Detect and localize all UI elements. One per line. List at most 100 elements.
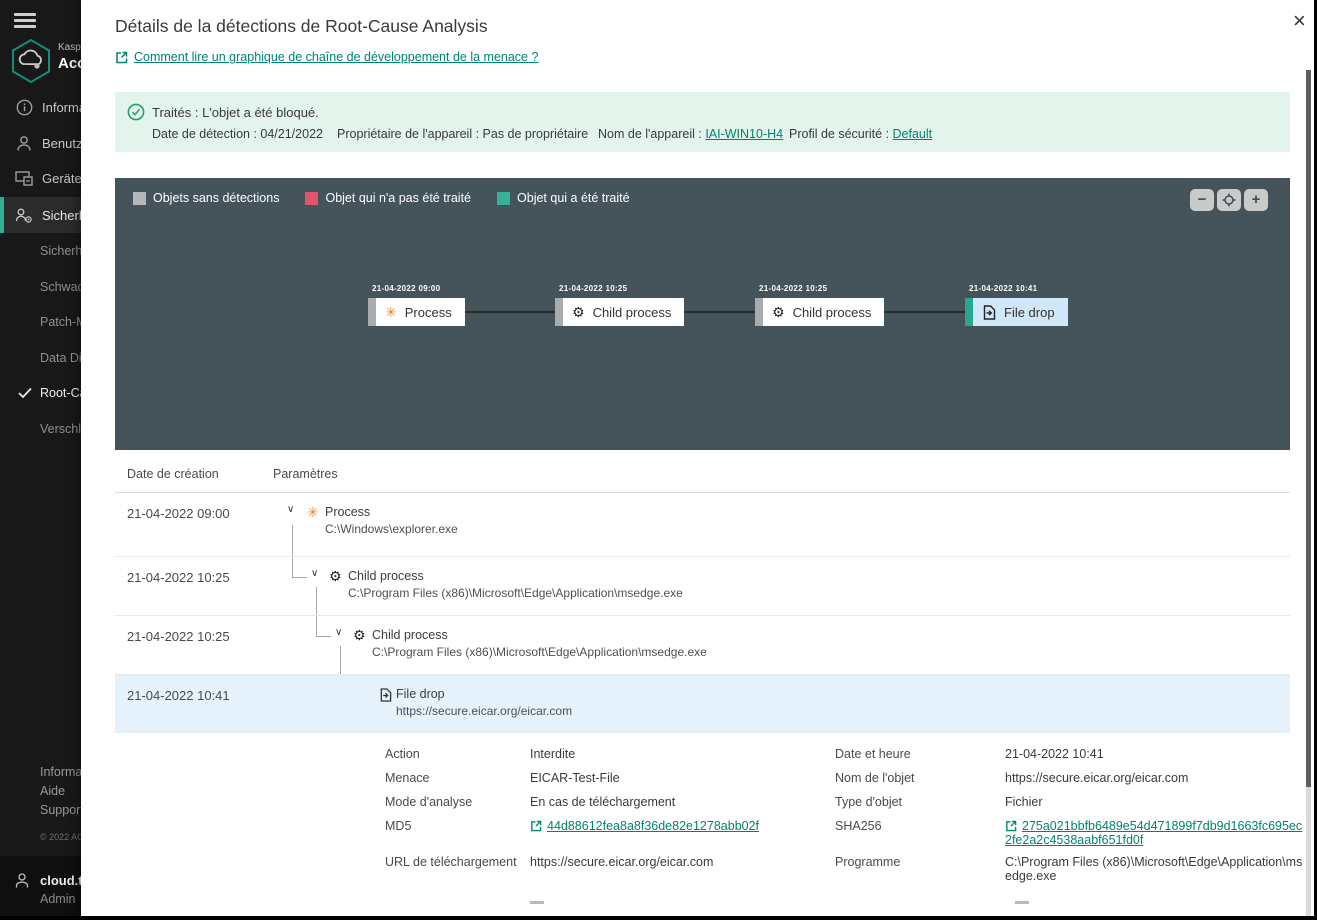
sidebar-item-information[interactable]: Informa (0, 89, 81, 125)
node-timestamp: 21-04-2022 10:25 (559, 284, 627, 293)
chevron-down-icon[interactable]: ∨ (311, 569, 318, 579)
program-value: C:\Program Files (x86)\Microsoft\Edge\Ap… (1005, 855, 1305, 891)
brand-product: Acco (58, 55, 81, 72)
row-path: https://secure.eicar.org/eicar.com (396, 704, 572, 718)
graph-node-child-process-2[interactable]: ⚙ Child process (755, 298, 884, 326)
row-type: Child process (348, 569, 424, 583)
scrollbar-thumb[interactable] (1306, 70, 1311, 787)
account-role: Admin (40, 892, 75, 906)
object-name-value: https://secure.eicar.org/eicar.com (1005, 771, 1305, 795)
sidebar-item-security[interactable]: Sicherhe (0, 197, 81, 233)
table-row-process[interactable]: 21-04-2022 09:00 ∨ ✳ Process C:\Windows\… (115, 493, 1290, 557)
sidebar-item-label: Informa (42, 100, 81, 115)
security-users-gear-icon (14, 207, 34, 224)
security-profile-link[interactable]: Default (893, 127, 933, 141)
root-cause-analysis-screen: { "sidebar": { "brand_top": "Kaspe", "br… (0, 0, 1317, 920)
target-icon (1222, 193, 1236, 207)
legend-no-detections: Objets sans détections (133, 191, 279, 205)
sidebar-item-label: Sicherhe (42, 208, 81, 223)
sha256-label: SHA256 (835, 819, 1005, 855)
legend-gray-swatch (133, 192, 146, 205)
table-rows: 21-04-2022 09:00 ∨ ✳ Process C:\Windows\… (115, 493, 1290, 733)
help-link-label: Comment lire un graphique de chaîne de d… (134, 50, 538, 64)
sidebar-subitem-vulnerabilities[interactable]: Schwac (40, 280, 81, 294)
graph-node-child-process-1[interactable]: ⚙ Child process (555, 298, 684, 326)
download-url-value: https://secure.eicar.org/eicar.com (530, 855, 835, 891)
security-profile-field: Profil de sécurité : Default (789, 127, 932, 141)
status-text: Traités : L'objet a été bloqué. (152, 105, 319, 120)
action-label: Action (385, 747, 530, 771)
sidebar-item-devices[interactable]: Geräte (0, 160, 81, 196)
scan-mode-value: En cas de téléchargement (530, 795, 835, 819)
external-link-icon (115, 51, 128, 64)
account-user-icon (14, 872, 30, 889)
sidebar-subitem-patch-management[interactable]: Patch-M (40, 315, 81, 329)
node-label: File drop (1004, 305, 1055, 320)
modal-title: Détails de la détections de Root-Cause A… (115, 16, 488, 37)
gear-icon: ⚙ (572, 305, 585, 319)
process-burst-icon: ✳ (307, 505, 319, 519)
table-header: Date de création Paramètres (115, 455, 1290, 493)
help-link[interactable]: Comment lire un graphique de chaîne de d… (115, 50, 538, 64)
datetime-value: 21-04-2022 10:41 (1005, 747, 1305, 771)
threat-label: Menace (385, 771, 530, 795)
file-drop-icon (982, 305, 996, 320)
graph-legend: Objets sans détections Objet qui n'a pas… (133, 191, 630, 205)
footer-link-help[interactable]: Aide (40, 784, 81, 798)
sidebar-account-area (0, 856, 81, 920)
column-header-date: Date de création (127, 467, 219, 481)
hamburger-menu-icon[interactable] (14, 13, 36, 29)
zoom-out-button[interactable]: − (1190, 189, 1214, 211)
close-icon[interactable]: × (1293, 10, 1306, 32)
node-status-bar (368, 298, 376, 326)
info-icon (14, 99, 34, 116)
node-label: Child process (793, 305, 872, 320)
graph-node-file-drop[interactable]: File drop (965, 298, 1068, 326)
md5-label: MD5 (385, 819, 530, 855)
sidebar-item-users[interactable]: Benutze (0, 125, 81, 161)
sha256-link[interactable]: 275a021bbfb6489e54d471899f7db9d1663fc695… (1005, 819, 1302, 847)
table-row-file-drop[interactable]: 21-04-2022 10:41 File drop https://secur… (115, 675, 1290, 733)
node-status-bar (755, 298, 763, 326)
graph-zoom-controls: − + (1190, 189, 1268, 211)
graph-node-process[interactable]: ✳ Process (368, 298, 465, 326)
sidebar-subitem-data-discovery[interactable]: Data Dis (40, 351, 81, 365)
sidebar-subitem-security[interactable]: Sicherhe (40, 244, 81, 258)
sidebar-subitem-root-cause[interactable]: Root-Ca (40, 386, 81, 400)
file-drop-icon (379, 688, 392, 707)
zoom-in-button[interactable]: + (1244, 189, 1268, 211)
sidebar-subitem-encryption[interactable]: Verschlü (40, 422, 81, 436)
device-name-field: Nom de l'appareil : IAI-WIN10-H4 (598, 127, 789, 141)
row-date: 21-04-2022 10:41 (127, 688, 230, 703)
md5-link[interactable]: 44d88612fea8a8f36de82e1278abb02f (547, 819, 759, 833)
chevron-down-icon[interactable]: ∨ (287, 505, 294, 515)
node-status-bar (965, 298, 973, 326)
scrollbar-track[interactable] (1306, 787, 1311, 916)
datetime-label: Date et heure (835, 747, 1005, 771)
table-row-child-process-1[interactable]: 21-04-2022 10:25 ∨ ⚙ Child process C:\Pr… (115, 557, 1290, 616)
window-border-bottom (0, 916, 1317, 920)
app-logo: Kaspe Acco (10, 38, 81, 86)
node-timestamp: 21-04-2022 10:41 (969, 284, 1037, 293)
device-name-link[interactable]: IAI-WIN10-H4 (705, 127, 783, 141)
copyright: © 2022 AO (40, 832, 81, 842)
table-row-child-process-2[interactable]: 21-04-2022 10:25 ∨ ⚙ Child process C:\Pr… (115, 616, 1290, 675)
md5-value: 44d88612fea8a8f36de82e1278abb02f (530, 819, 835, 855)
device-owner-field: Propriétaire de l'appareil : Pas de prop… (337, 127, 598, 141)
chevron-down-icon[interactable]: ∨ (335, 628, 342, 638)
object-type-label: Type d'objet (835, 795, 1005, 819)
legend-red-swatch (305, 192, 318, 205)
center-view-button[interactable] (1217, 189, 1241, 211)
footer-link-support[interactable]: Support (40, 803, 81, 817)
check-circle-icon (127, 103, 145, 121)
clipped-text-fragment (530, 901, 544, 904)
legend-processed: Objet qui a été traité (497, 191, 630, 205)
footer-link-information[interactable]: Informa (40, 765, 81, 779)
user-icon (14, 135, 34, 152)
sidebar-item-label: Benutze (42, 136, 81, 151)
device-owner-value: Pas de propriétaire (483, 127, 589, 141)
row-date: 21-04-2022 09:00 (127, 506, 230, 521)
legend-not-processed: Objet qui n'a pas été traité (305, 191, 471, 205)
process-burst-icon: ✳ (385, 305, 397, 319)
account-name[interactable]: cloud.te (40, 873, 81, 888)
